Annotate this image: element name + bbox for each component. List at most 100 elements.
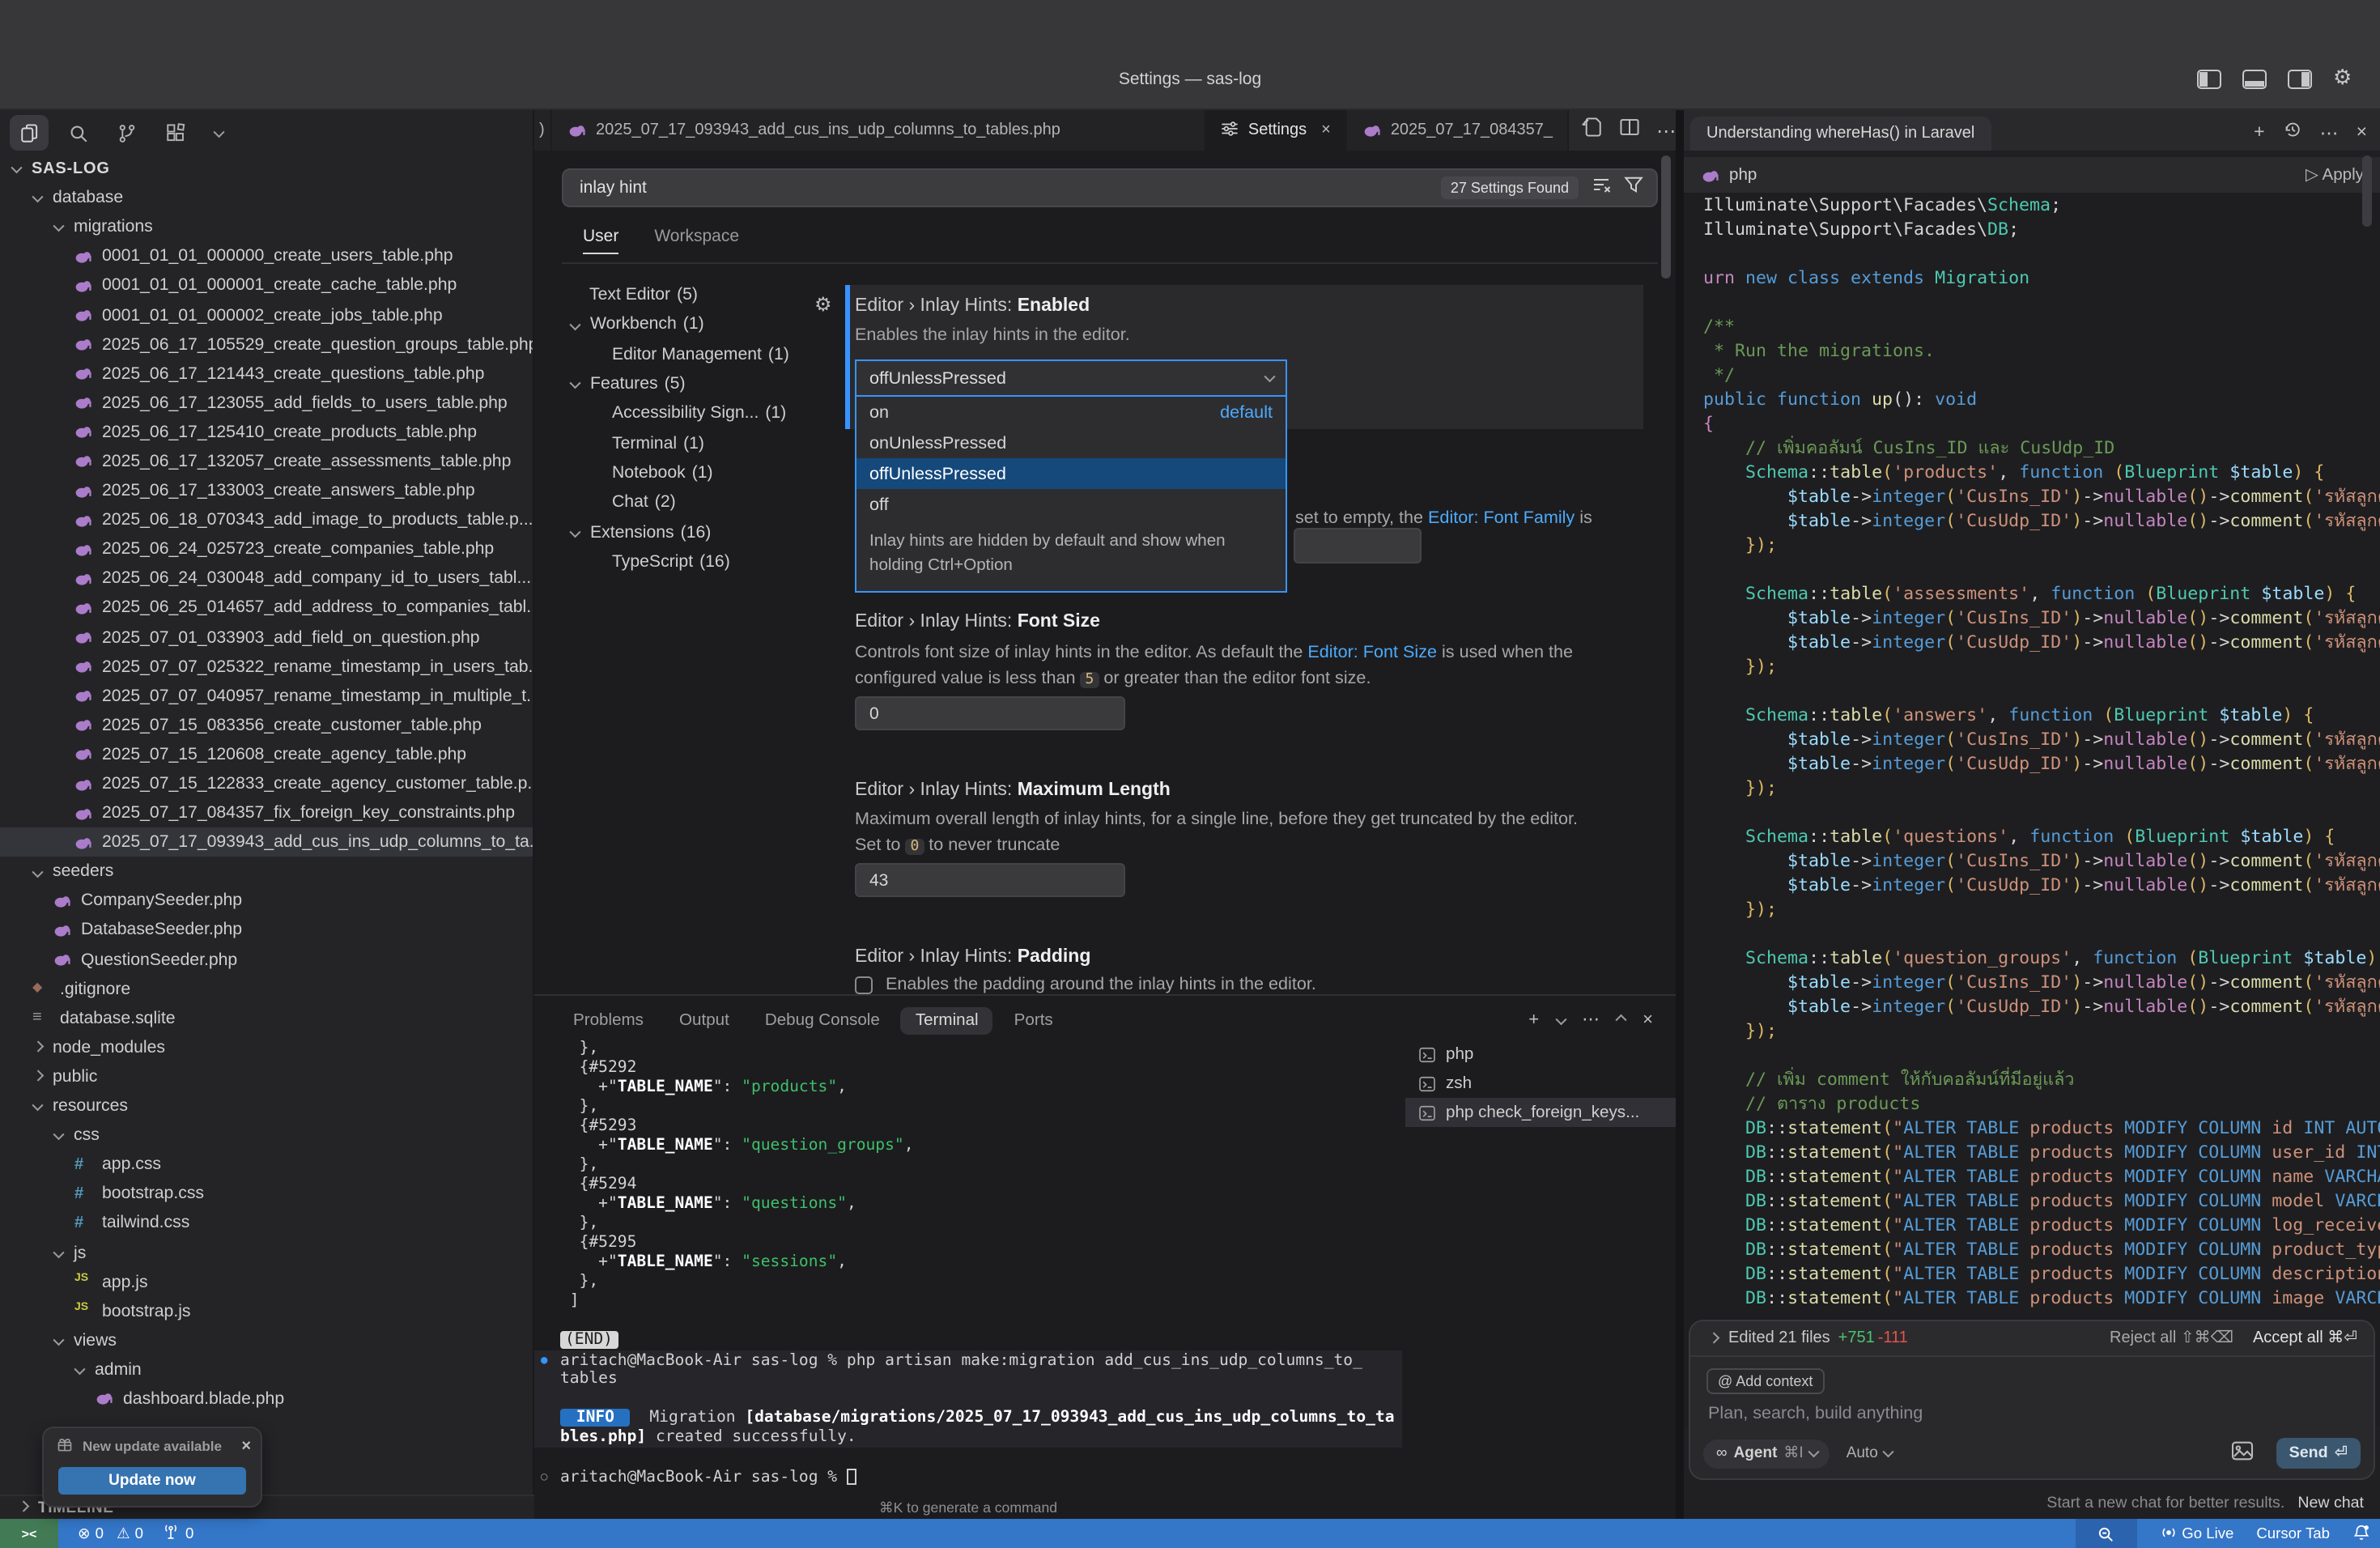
dropdown-option-onUnlessPressed[interactable]: onUnlessPressed — [856, 427, 1286, 458]
toggle-right-sidebar-icon[interactable] — [2288, 70, 2314, 91]
agent-mode-chip[interactable]: ∞Agent ⌘I — [1703, 1439, 1830, 1468]
tree-file-bootstrap.js[interactable]: JSbootstrap.js — [0, 1296, 534, 1325]
chevron-down-icon[interactable] — [1555, 1014, 1566, 1025]
tree-folder-js[interactable]: js — [0, 1238, 534, 1267]
tree-folder-migrations[interactable]: migrations — [0, 212, 534, 241]
tree-file-2025_07_15_120608_create_agency_table.php[interactable]: 2025_07_15_120608_create_agency_table.ph… — [0, 740, 534, 769]
toggle-bottom-panel-icon[interactable] — [2242, 70, 2268, 91]
chat-input-placeholder[interactable]: Plan, search, build anything — [1708, 1404, 2374, 1423]
tree-file-.gitignore[interactable]: ◆.gitignore — [0, 974, 534, 1003]
settings-nav-TypeScript[interactable]: TypeScript(16) — [562, 546, 840, 576]
tree-folder-resources[interactable]: resources — [0, 1091, 534, 1121]
tree-file-CompanySeeder.php[interactable]: CompanySeeder.php — [0, 887, 534, 916]
image-icon[interactable] — [2231, 1439, 2254, 1468]
tab-truncated[interactable]: ) — [534, 110, 552, 151]
font-size-input[interactable] — [855, 696, 1125, 730]
tab-settings[interactable]: Settings × — [1206, 110, 1347, 151]
tree-file-DatabaseSeeder.php[interactable]: DatabaseSeeder.php — [0, 916, 534, 945]
ports-status[interactable]: 0 — [163, 1523, 193, 1544]
panel-tab-Ports[interactable]: Ports — [1000, 1006, 1068, 1034]
settings-nav-Text Editor[interactable]: Text Editor(5) — [562, 280, 840, 310]
filter-icon[interactable] — [1624, 173, 1643, 202]
tree-folder-public[interactable]: public — [0, 1062, 534, 1091]
tree-file-2025_07_07_040957_rename_timestamp_in_multiple_t...[interactable]: 2025_07_07_040957_rename_timestamp_in_mu… — [0, 681, 534, 710]
notifications-bell-icon[interactable] — [2352, 1523, 2370, 1544]
apply-button[interactable]: ▷ Apply — [2306, 165, 2364, 185]
source-control-icon[interactable] — [107, 115, 146, 151]
tree-folder-views[interactable]: views — [0, 1326, 534, 1355]
tree-file-app.css[interactable]: #app.css — [0, 1150, 534, 1179]
close-icon[interactable]: × — [241, 1437, 251, 1455]
maximize-panel-icon[interactable] — [1616, 1016, 1626, 1027]
tree-file-2025_07_15_083356_create_customer_table.php[interactable]: 2025_07_15_083356_create_customer_table.… — [0, 711, 534, 740]
code-block[interactable]: Illuminate\Support\Facades\Schema;Illumi… — [1684, 193, 2380, 1427]
settings-nav-Notebook[interactable]: Notebook(1) — [562, 458, 840, 488]
tree-folder-database[interactable]: database — [0, 183, 534, 212]
tab-migration-084357[interactable]: 2025_07_17_084357_ — [1347, 110, 1569, 151]
cursor-tab-status[interactable]: Cursor Tab — [2256, 1525, 2330, 1542]
tree-file-2025_07_01_033903_add_field_on_question.php[interactable]: 2025_07_01_033903_add_field_on_question.… — [0, 623, 534, 652]
tree-file-2025_06_24_030048_add_company_id_to_users_tabl...[interactable]: 2025_06_24_030048_add_company_id_to_user… — [0, 564, 534, 593]
settings-nav-Accessibility Sign...[interactable]: Accessibility Sign...(1) — [562, 398, 840, 428]
tree-file-2025_07_17_093943_add_cus_ins_udp_columns_to_ta...[interactable]: 2025_07_17_093943_add_cus_ins_udp_column… — [0, 827, 534, 857]
extensions-icon[interactable] — [155, 115, 194, 151]
zoom-icon[interactable] — [2075, 1519, 2136, 1548]
open-changes-icon[interactable] — [1582, 116, 1603, 145]
chat-tab[interactable]: Understanding whereHas() in Laravel — [1690, 117, 1991, 151]
tree-file-2025_06_25_014657_add_address_to_companies_tabl...[interactable]: 2025_06_25_014657_add_address_to_compani… — [0, 593, 534, 623]
tree-file-2025_06_17_132057_create_assessments_table.php[interactable]: 2025_06_17_132057_create_assessments_tab… — [0, 447, 534, 476]
scrollbar-thumb[interactable] — [1661, 155, 1671, 279]
new-chat-icon[interactable]: + — [2254, 122, 2264, 142]
history-icon[interactable] — [2283, 120, 2302, 144]
close-panel-icon[interactable]: × — [1643, 1010, 1653, 1029]
accept-all-button[interactable]: Accept all ⌘⏎ — [2253, 1329, 2357, 1347]
tree-file-bootstrap.css[interactable]: #bootstrap.css — [0, 1180, 534, 1209]
tree-file-2025_06_17_105529_create_question_groups_table.php[interactable]: 2025_06_17_105529_create_question_groups… — [0, 330, 534, 359]
settings-search-input[interactable] — [563, 178, 1441, 198]
tree-folder-css[interactable]: css — [0, 1121, 534, 1150]
tree-file-dashboard.blade.php[interactable]: dashboard.blade.php — [0, 1384, 534, 1414]
more-actions-icon[interactable]: ⋯ — [2320, 121, 2339, 143]
tree-file-0001_01_01_000001_create_cache_table.php[interactable]: 0001_01_01_000001_create_cache_table.php — [0, 271, 534, 300]
tab-workspace-settings[interactable]: Workspace — [654, 227, 739, 254]
settings-nav-Chat[interactable]: Chat(2) — [562, 487, 840, 517]
tree-file-2025_06_18_070343_add_image_to_products_table.p...[interactable]: 2025_06_18_070343_add_image_to_products_… — [0, 505, 534, 534]
tree-folder-node_modules[interactable]: node_modules — [0, 1033, 534, 1062]
terminal-session-php check_foreign_keys...[interactable]: php check_foreign_keys... — [1405, 1098, 1676, 1127]
setting-gear-icon[interactable]: ⚙ — [814, 293, 832, 316]
font-family-input[interactable] — [1294, 528, 1422, 563]
dropdown-option-off[interactable]: off — [856, 489, 1286, 520]
model-selector[interactable]: Auto — [1847, 1444, 1892, 1462]
add-context-chip[interactable]: @ Add context — [1706, 1368, 1824, 1394]
more-actions-icon[interactable]: ⋯ — [1582, 1009, 1600, 1030]
tab-migration-093943[interactable]: 2025_07_17_093943_add_cus_ins_udp_column… — [552, 110, 1206, 151]
dropdown-option-on[interactable]: ondefault — [856, 397, 1286, 427]
tree-file-2025_06_17_125410_create_products_table.php[interactable]: 2025_06_17_125410_create_products_table.… — [0, 418, 534, 447]
more-actions-icon[interactable]: ⋯ — [1656, 119, 1676, 142]
tree-folder-SAS-LOG[interactable]: SAS-LOG — [0, 154, 534, 183]
terminal-session-zsh[interactable]: zsh — [1405, 1069, 1676, 1098]
tab-user-settings[interactable]: User — [583, 227, 618, 254]
panel-tab-Output[interactable]: Output — [665, 1006, 744, 1034]
new-chat-link[interactable]: New chat — [2297, 1495, 2364, 1512]
padding-checkbox[interactable] — [855, 976, 873, 993]
chevron-right-icon[interactable] — [1708, 1333, 1719, 1343]
remote-indicator[interactable]: >< — [0, 1519, 58, 1548]
panel-tab-Terminal[interactable]: Terminal — [901, 1006, 993, 1034]
settings-nav-Editor Management[interactable]: Editor Management(1) — [562, 339, 840, 369]
more-views-chevron-icon[interactable] — [204, 115, 243, 151]
tree-file-2025_07_15_122833_create_agency_customer_table.p...[interactable]: 2025_07_15_122833_create_agency_customer… — [0, 769, 534, 798]
send-button[interactable]: Send⏎ — [2276, 1438, 2361, 1469]
new-terminal-icon[interactable]: + — [1528, 1010, 1539, 1029]
tree-file-0001_01_01_000000_create_users_table.php[interactable]: 0001_01_01_000000_create_users_table.php — [0, 242, 534, 271]
terminal-session-php[interactable]: php — [1405, 1040, 1676, 1069]
clear-filter-icon[interactable] — [1592, 173, 1611, 202]
dropdown-value[interactable]: offUnlessPressed — [855, 359, 1287, 397]
toggle-left-sidebar-icon[interactable] — [2197, 70, 2223, 91]
tree-file-2025_06_17_121443_create_questions_table.php[interactable]: 2025_06_17_121443_create_questions_table… — [0, 359, 534, 388]
tree-folder-admin[interactable]: admin — [0, 1355, 534, 1384]
tree-file-2025_07_07_025322_rename_timestamp_in_users_tab...[interactable]: 2025_07_07_025322_rename_timestamp_in_us… — [0, 652, 534, 681]
settings-nav-Features[interactable]: Features(5) — [562, 369, 840, 399]
settings-nav-Extensions[interactable]: Extensions(16) — [562, 517, 840, 547]
dropdown-option-offUnlessPressed[interactable]: offUnlessPressed — [856, 458, 1286, 489]
